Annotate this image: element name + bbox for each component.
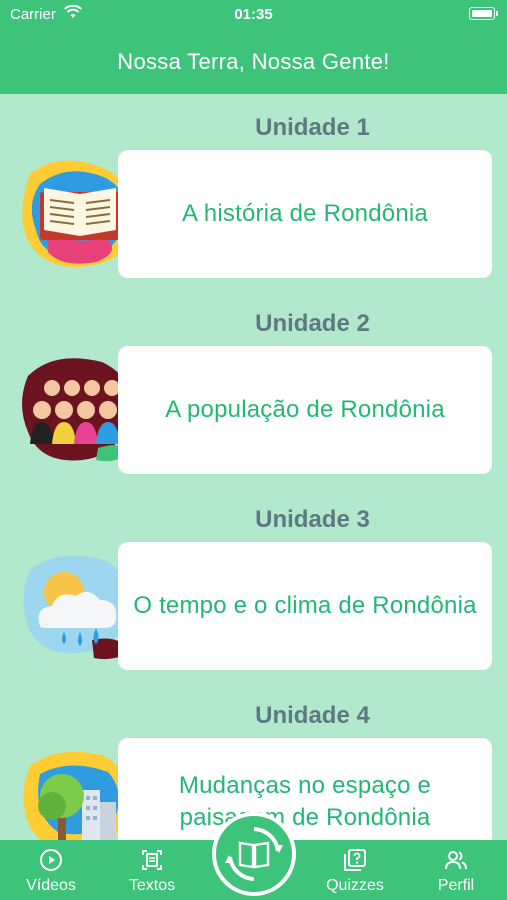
- library-center-button[interactable]: [212, 812, 296, 896]
- tab-quizzes[interactable]: Quizzes: [310, 840, 400, 900]
- unit-label: Unidade 1: [255, 114, 370, 141]
- tab-perfil[interactable]: Perfil: [411, 840, 501, 900]
- text-document-icon: [142, 850, 162, 870]
- unit-card-4[interactable]: Mudanças no espaço e paisagem de Rondôni…: [118, 738, 492, 840]
- unit-card-3[interactable]: O tempo e o clima de Rondônia: [118, 542, 492, 670]
- tab-bar: Vídeos Textos Quizzes Perfil: [0, 812, 507, 900]
- tab-textos[interactable]: Textos: [107, 840, 197, 900]
- tab-label: Vídeos: [26, 877, 76, 894]
- quiz-icon: [344, 849, 366, 871]
- open-book-icon: [225, 827, 283, 881]
- profile-icon: [445, 851, 467, 870]
- unit-title: A população de Rondônia: [165, 396, 445, 423]
- unit-item-1: Unidade 1 A história de Rondônia: [0, 94, 507, 290]
- unit-title: Mudanças no espaço e paisagem de Rondôni…: [178, 772, 432, 831]
- unit-item-2: Unidade 2 A população de Rondônia: [0, 290, 507, 486]
- play-circle-icon: [40, 849, 62, 871]
- unit-label: Unidade 3: [255, 506, 370, 533]
- tab-label: Perfil: [437, 877, 475, 894]
- tab-label: Quizzes: [326, 877, 384, 894]
- tab-label: Textos: [128, 877, 176, 894]
- status-bar: Carrier 01:35: [0, 0, 507, 30]
- tab-videos[interactable]: Vídeos: [6, 840, 96, 900]
- unit-item-3: Unidade 3 O tempo e o clima de Rondônia: [0, 486, 507, 682]
- unit-title: O tempo e o clima de Rondônia: [133, 592, 477, 619]
- unit-card-2[interactable]: A população de Rondônia: [118, 346, 492, 474]
- battery-icon: [469, 7, 498, 20]
- units-list[interactable]: Unidade 1 A história de Rondônia Unidade…: [0, 94, 507, 840]
- unit-card-1[interactable]: A história de Rondônia: [118, 150, 492, 278]
- app-title: Nossa Terra, Nossa Gente!: [117, 49, 390, 74]
- unit-title: A história de Rondônia: [182, 200, 428, 227]
- unit-label: Unidade 4: [255, 702, 370, 729]
- clock: 01:35: [234, 6, 273, 23]
- app-header: Nossa Terra, Nossa Gente!: [0, 30, 507, 94]
- unit-label: Unidade 2: [255, 310, 370, 337]
